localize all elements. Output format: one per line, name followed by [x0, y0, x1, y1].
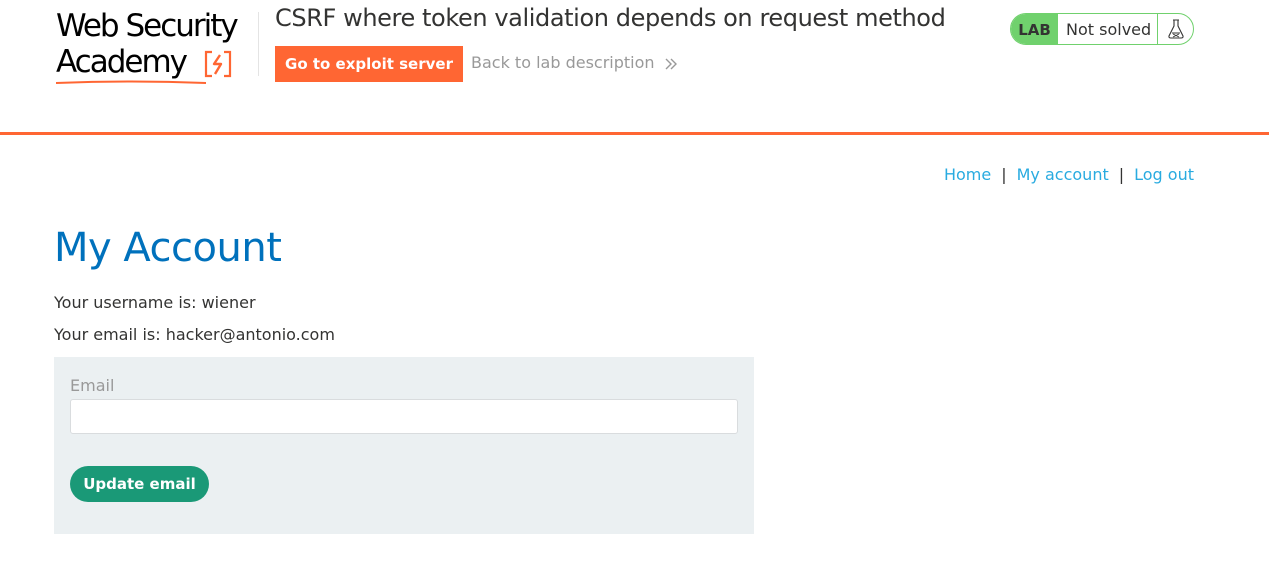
go-to-exploit-server-button[interactable]: Go to exploit server: [275, 46, 463, 82]
flask-icon-container: [1157, 14, 1193, 44]
update-email-button[interactable]: Update email: [70, 466, 209, 502]
lightning-bolt-bracket-icon: [204, 50, 232, 78]
nav-separator: |: [1118, 165, 1125, 184]
lab-badge: LAB: [1011, 14, 1058, 44]
lab-title: CSRF where token validation depends on r…: [275, 4, 946, 32]
top-navigation: Home | My account | Log out: [944, 165, 1194, 184]
email-label: Email: [70, 376, 115, 395]
double-chevron-right-icon: [665, 58, 677, 69]
page-title: My Account: [54, 225, 282, 271]
logo-text-line-1: Web Security: [56, 8, 239, 44]
username-line: Your username is: wiener: [54, 293, 256, 312]
logo-underline: [56, 80, 206, 84]
email-line: Your email is: hacker@antonio.com: [54, 325, 335, 344]
back-link-label: Back to lab description: [471, 53, 655, 72]
lab-status-text: Not solved: [1066, 20, 1152, 39]
flask-icon: [1168, 19, 1184, 39]
back-to-lab-description-link[interactable]: Back to lab description: [471, 53, 678, 72]
web-security-academy-logo[interactable]: Web Security Academy: [56, 10, 256, 86]
email-field[interactable]: [70, 399, 738, 434]
change-email-form: Email Update email: [54, 357, 754, 534]
nav-my-account-link[interactable]: My account: [1017, 165, 1109, 184]
nav-separator: |: [1001, 165, 1007, 184]
nav-home-link[interactable]: Home: [944, 165, 991, 184]
lab-header: Web Security Academy CSRF where token va…: [0, 0, 1269, 135]
nav-log-out-link[interactable]: Log out: [1134, 165, 1194, 184]
logo-text-line-2: Academy: [56, 44, 188, 80]
header-divider: [258, 12, 259, 76]
lab-status-widget: LAB Not solved: [1010, 13, 1194, 45]
